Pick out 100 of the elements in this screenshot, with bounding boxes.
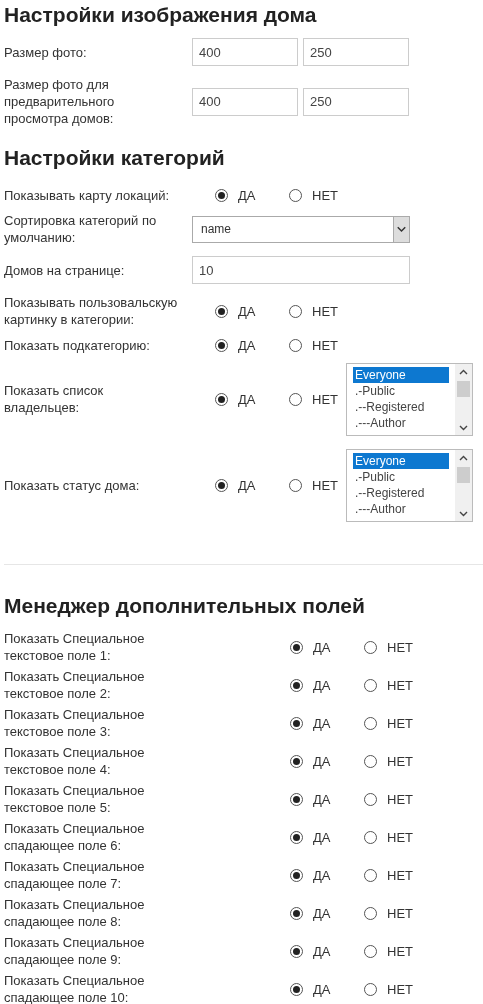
field-label: Показать список владельцев:	[4, 382, 105, 416]
radio-button[interactable]	[364, 716, 377, 730]
radio-button[interactable]	[289, 188, 302, 202]
radio-option[interactable]: НЕТ	[341, 790, 415, 808]
radio-button[interactable]	[289, 304, 302, 318]
radio-button[interactable]	[290, 678, 303, 692]
section-heading: Настройки изображения дома	[4, 2, 318, 28]
input-field[interactable]: 400	[192, 87, 298, 116]
list-item[interactable]: .--Registered	[353, 398, 449, 415]
field-label: Показать подкатегорию:	[4, 336, 151, 354]
radio-button[interactable]	[290, 716, 303, 730]
radio-option[interactable]: ДА	[267, 638, 341, 656]
field-label: Размер фото для предварительного просмотра домов:	[4, 76, 116, 127]
section-heading: Менеджер дополнительных полей	[4, 593, 366, 619]
radio-button[interactable]	[364, 678, 377, 692]
field-label: Показать Специальное текстовое поле 2:	[4, 668, 146, 702]
field-label: Показать Специальное текстовое поле 3:	[4, 706, 146, 740]
radio-option[interactable]: НЕТ	[341, 942, 415, 960]
field-label: Показать Специальное спадающее поле 7:	[4, 858, 146, 892]
radio-option[interactable]: ДА	[267, 866, 341, 884]
radio-button[interactable]	[290, 640, 303, 654]
radio-option[interactable]: ДА	[267, 676, 341, 694]
list-item[interactable]: .-Public	[353, 382, 449, 399]
radio-button[interactable]	[290, 792, 303, 806]
field-label: Домов на странице:	[4, 261, 126, 279]
field-label: Сортировка категорий по умолчанию:	[4, 212, 158, 246]
radio-option[interactable]: ДА	[192, 302, 266, 320]
radio-option[interactable]: НЕТ	[266, 476, 340, 494]
list-item[interactable]: .--Registered	[353, 484, 449, 501]
radio-option[interactable]: НЕТ	[266, 186, 340, 204]
radio-option[interactable]: НЕТ	[266, 336, 340, 354]
radio-button[interactable]	[290, 944, 303, 958]
scrollbar[interactable]	[455, 363, 472, 435]
input-field[interactable]: 250	[303, 87, 409, 116]
radio-button[interactable]	[364, 906, 377, 920]
section-heading: Настройки категорий	[4, 145, 226, 171]
radio-option[interactable]: ДА	[267, 714, 341, 732]
list-item[interactable]: .---Author	[353, 500, 449, 517]
list-item[interactable]: .-Public	[353, 468, 449, 485]
list-item[interactable]: Everyone	[353, 452, 449, 469]
radio-option[interactable]: ДА	[192, 390, 266, 408]
radio-option[interactable]: НЕТ	[341, 904, 415, 922]
list-box[interactable]: Everyone .-Public .--Registered .---Author	[346, 362, 473, 436]
radio-button[interactable]	[215, 188, 228, 202]
radio-button[interactable]	[290, 868, 303, 882]
radio-button[interactable]	[290, 982, 303, 996]
radio-button[interactable]	[290, 754, 303, 768]
radio-option[interactable]: НЕТ	[341, 714, 415, 732]
radio-button[interactable]	[289, 478, 302, 492]
list-item[interactable]: .---Author	[353, 414, 449, 431]
field-label: Показывать пользовальскую картинку в категории:	[4, 294, 179, 328]
radio-button[interactable]	[364, 982, 377, 996]
caret-icon	[393, 216, 409, 242]
list-box[interactable]: Everyone .-Public .--Registered .---Author	[346, 448, 473, 522]
field-label: Показать статус дома:	[4, 476, 141, 494]
radio-button[interactable]	[364, 830, 377, 844]
radio-option[interactable]: ДА	[267, 904, 341, 922]
input-field[interactable]: 400	[192, 38, 298, 66]
radio-option[interactable]: ДА	[267, 790, 341, 808]
radio-option[interactable]: НЕТ	[341, 752, 415, 770]
input-field[interactable]: 10	[192, 256, 410, 284]
input-field[interactable]: 250	[303, 38, 409, 66]
field-label: Размер фото:	[4, 43, 88, 61]
field-label: Показывать карту локаций:	[4, 186, 171, 204]
field-label: Показать Специальное текстовое поле 1:	[4, 630, 146, 664]
radio-option[interactable]: ДА	[267, 942, 341, 960]
radio-button[interactable]	[289, 392, 302, 406]
radio-button[interactable]	[364, 944, 377, 958]
radio-button[interactable]	[215, 338, 228, 352]
radio-option[interactable]: ДА	[267, 980, 341, 998]
radio-option[interactable]: ДА	[267, 752, 341, 770]
radio-option[interactable]: ДА	[192, 336, 266, 354]
field-label: Показать Специальное текстовое поле 4:	[4, 744, 146, 778]
field-label: Показать Специальное спадающее поле 10:	[4, 972, 146, 1004]
radio-option[interactable]: ДА	[267, 828, 341, 846]
radio-option[interactable]: ДА	[192, 186, 266, 204]
radio-button[interactable]	[290, 906, 303, 920]
field-label: Показать Специальное спадающее поле 8:	[4, 896, 146, 930]
radio-button[interactable]	[215, 392, 228, 406]
list-item[interactable]: Everyone	[353, 366, 449, 383]
radio-button[interactable]	[364, 754, 377, 768]
radio-button[interactable]	[289, 338, 302, 352]
radio-button[interactable]	[215, 478, 228, 492]
radio-button[interactable]	[215, 304, 228, 318]
field-label: Показать Специальное спадающее поле 9:	[4, 934, 146, 968]
scrollbar[interactable]	[455, 449, 472, 521]
field-label: Показать Специальное спадающее поле 6:	[4, 820, 146, 854]
radio-button[interactable]	[290, 830, 303, 844]
radio-option[interactable]: НЕТ	[341, 676, 415, 694]
dropdown[interactable]: name	[192, 215, 410, 243]
radio-button[interactable]	[364, 792, 377, 806]
radio-option[interactable]: ДА	[192, 476, 266, 494]
radio-button[interactable]	[364, 868, 377, 882]
radio-option[interactable]: НЕТ	[341, 980, 415, 998]
radio-option[interactable]: НЕТ	[341, 866, 415, 884]
radio-option[interactable]: НЕТ	[266, 390, 340, 408]
radio-option[interactable]: НЕТ	[341, 828, 415, 846]
radio-option[interactable]: НЕТ	[341, 638, 415, 656]
radio-option[interactable]: НЕТ	[266, 302, 340, 320]
radio-button[interactable]	[364, 640, 377, 654]
